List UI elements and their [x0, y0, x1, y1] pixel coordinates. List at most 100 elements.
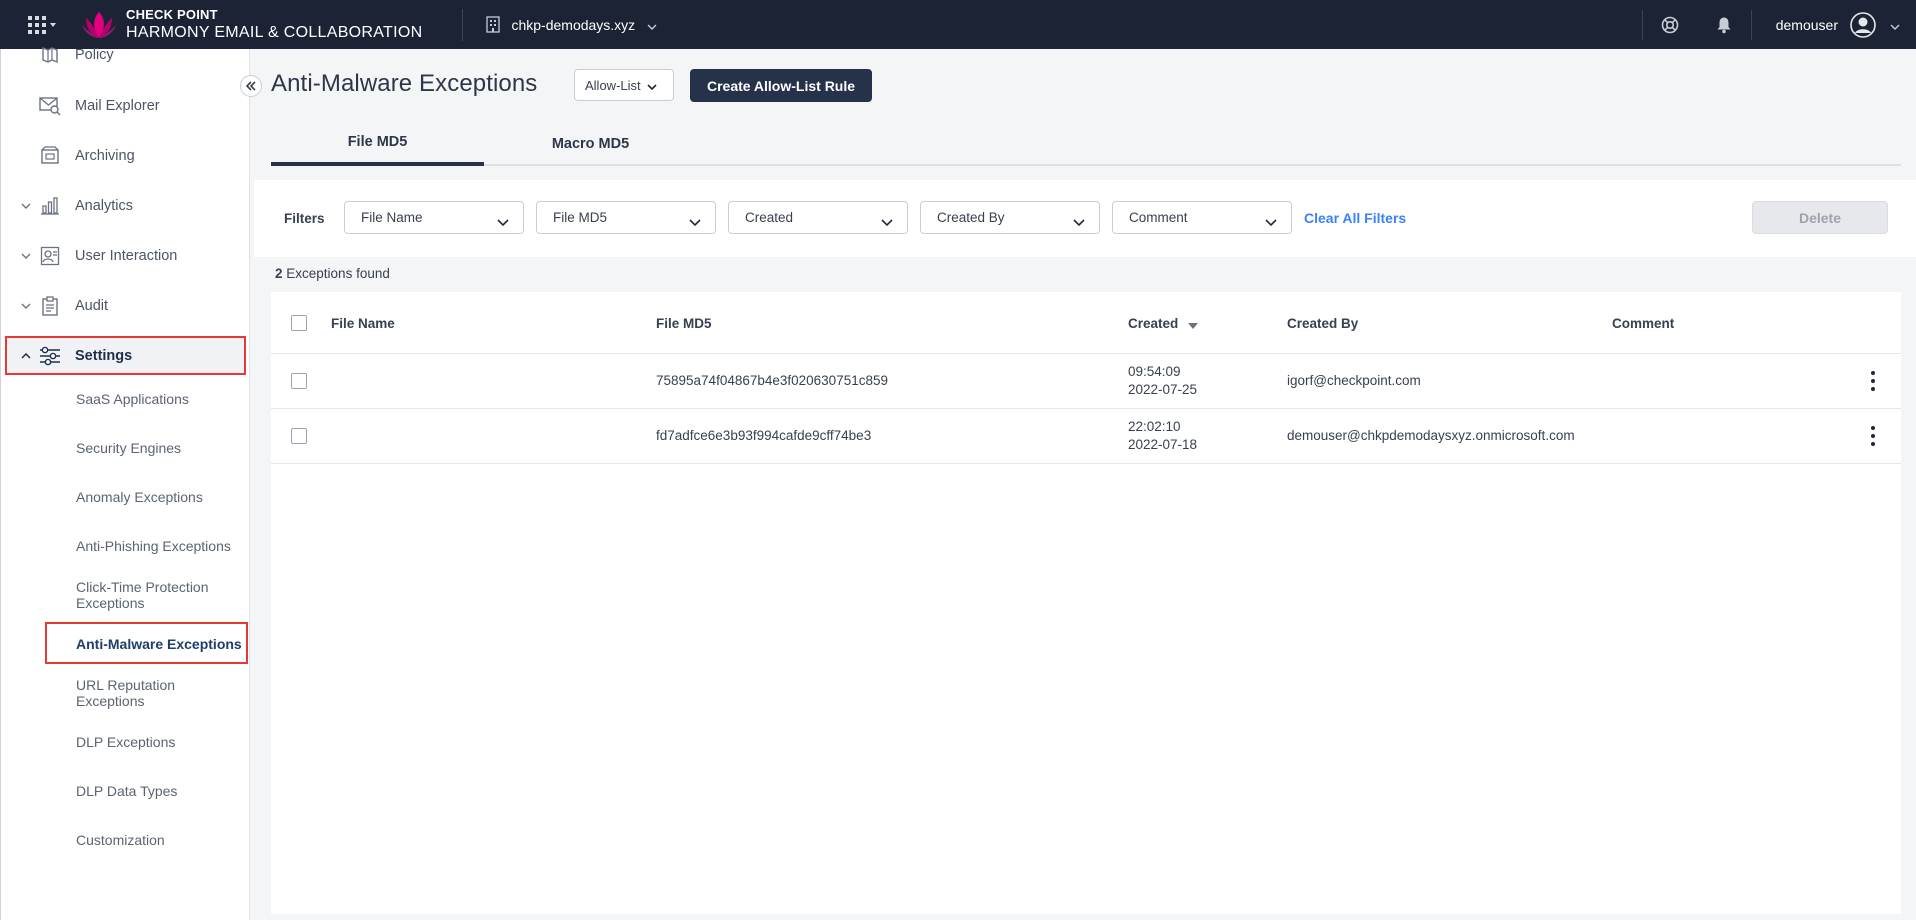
sidebar-subitem-anomaly-exceptions[interactable]: Anomaly Exceptions: [76, 489, 251, 505]
chevron-down-icon: [881, 214, 893, 229]
row-actions-kebab-icon[interactable]: [1869, 426, 1877, 446]
column-header-comment[interactable]: Comment: [1612, 316, 1674, 331]
filter-created-select[interactable]: Created: [728, 201, 908, 234]
top-bar: CHECK POINT HARMONY EMAIL & COLLABORATIO…: [0, 0, 1916, 49]
results-count-text: Exceptions found: [286, 266, 390, 281]
create-allow-list-rule-button[interactable]: Create Allow-List Rule: [690, 69, 872, 102]
sort-descending-icon: [1188, 317, 1199, 332]
row-checkbox[interactable]: [291, 428, 307, 444]
exceptions-table: File Name File MD5 Created Created By Co…: [271, 292, 1901, 914]
chevron-down-icon: [1265, 214, 1277, 229]
row-checkbox[interactable]: [291, 373, 307, 389]
list-type-value: Allow-List: [585, 77, 641, 93]
column-header-created-by[interactable]: Created By: [1287, 316, 1358, 331]
delete-button[interactable]: Delete: [1752, 201, 1888, 234]
filter-comment-select[interactable]: Comment: [1112, 201, 1292, 234]
chevron-down-icon: [1890, 17, 1900, 33]
sidebar-item-user-interaction[interactable]: User Interaction: [1, 236, 251, 276]
cell-created-time: 22:02:10: [1128, 419, 1181, 434]
table-row[interactable]: fd7adfce6e3b93f994cafde9cff74be3 22:02:1…: [271, 409, 1901, 464]
highlight-box: [5, 336, 246, 375]
cell-file-md5: 75895a74f04867b4e3f020630751c859: [656, 373, 888, 388]
sidebar-subitem-anti-phishing-exceptions[interactable]: Anti-Phishing Exceptions: [76, 538, 251, 554]
table-header: File Name File MD5 Created Created By Co…: [271, 292, 1901, 354]
sidebar-subitem-click-time-protection-exceptions[interactable]: Click-Time Protection Exceptions: [76, 579, 226, 611]
app-launcher-icon[interactable]: [28, 15, 58, 35]
sidebar-subitem-url-reputation-exceptions[interactable]: URL Reputation Exceptions: [76, 677, 206, 709]
sidebar-item-label: Archiving: [75, 148, 135, 164]
sidebar-item-label: Mail Explorer: [75, 98, 160, 114]
sidebar-subitem-saas-applications[interactable]: SaaS Applications: [76, 391, 251, 407]
sidebar-item-mail-explorer[interactable]: Mail Explorer: [1, 86, 251, 126]
collapse-sidebar-button[interactable]: [240, 75, 262, 97]
filters-label: Filters: [284, 211, 325, 226]
double-chevron-left-icon: [245, 81, 256, 91]
chevron-down-icon: [497, 214, 509, 229]
chevron-down-icon: [19, 203, 33, 209]
column-header-file-name[interactable]: File Name: [331, 316, 395, 331]
cell-created-date: 2022-07-25: [1128, 382, 1198, 397]
cell-created-time: 09:54:09: [1128, 364, 1181, 379]
analytics-icon: [39, 195, 61, 217]
filter-label: Created: [745, 210, 794, 225]
clear-all-filters-link[interactable]: Clear All Filters: [1304, 210, 1406, 226]
sidebar-item-analytics[interactable]: Analytics: [1, 186, 251, 226]
filter-label: File Name: [361, 210, 423, 225]
sidebar-item-policy[interactable]: Policy: [1, 35, 251, 75]
help-lifebuoy-icon[interactable]: [1643, 0, 1697, 49]
sidebar-subitem-dlp-exceptions[interactable]: DLP Exceptions: [76, 734, 251, 750]
sidebar-item-label: Analytics: [75, 198, 134, 214]
username: demouser: [1775, 16, 1838, 33]
cell-created: 22:02:10 2022-07-18: [1128, 418, 1197, 454]
sidebar-subitem-security-engines[interactable]: Security Engines: [76, 440, 251, 456]
chevron-down-icon: [19, 303, 33, 309]
user-menu[interactable]: demouser: [1752, 11, 1916, 38]
cell-created-date: 2022-07-18: [1128, 437, 1198, 452]
results-count: 2 Exceptions found: [275, 266, 390, 281]
sidebar-subitem-dlp-data-types[interactable]: DLP Data Types: [76, 783, 251, 799]
cell-created-by: igorf@checkpoint.com: [1287, 373, 1421, 388]
brand-company: CHECK POINT: [126, 6, 218, 22]
select-all-checkbox[interactable]: [291, 315, 307, 331]
filter-bar: Filters File Name File MD5 Created Creat…: [254, 180, 1916, 257]
chevron-down-icon: [689, 214, 701, 229]
divider: [462, 8, 464, 41]
sidebar-item-label: User Interaction: [75, 248, 178, 264]
row-actions-kebab-icon[interactable]: [1869, 371, 1877, 391]
sidebar-item-archiving[interactable]: Archiving: [1, 136, 251, 176]
column-header-label: Created: [1128, 316, 1179, 331]
cell-created-by: demouser@chkpdemodaysxyz.onmicrosoft.com: [1287, 428, 1575, 443]
avatar-icon: [1850, 11, 1876, 38]
policy-icon: [39, 44, 61, 66]
tab-macro-md5[interactable]: Macro MD5: [484, 121, 697, 166]
filter-file-md5-select[interactable]: File MD5: [536, 201, 716, 234]
page-title: Anti-Malware Exceptions: [271, 70, 538, 97]
filter-label: Comment: [1129, 210, 1188, 225]
archive-icon: [39, 145, 61, 167]
list-type-select[interactable]: Allow-List: [574, 69, 674, 101]
cell-created: 09:54:09 2022-07-25: [1128, 363, 1197, 399]
clipboard-icon: [39, 295, 61, 317]
tenant-name: chkp-demodays.xyz: [511, 16, 636, 33]
filter-label: Created By: [937, 210, 1005, 225]
building-icon: [485, 16, 501, 33]
chevron-down-icon: [19, 253, 33, 259]
filter-created-by-select[interactable]: Created By: [920, 201, 1100, 234]
highlight-box: [45, 622, 248, 664]
filter-file-name-select[interactable]: File Name: [344, 201, 524, 234]
sidebar: Policy Mail Explorer Archiving Analytics…: [0, 46, 251, 920]
tab-bar: File MD5 Macro MD5: [271, 121, 1901, 166]
table-row[interactable]: 75895a74f04867b4e3f020630751c859 09:54:0…: [271, 354, 1901, 409]
notifications-bell-icon[interactable]: [1697, 0, 1751, 49]
column-header-file-md5[interactable]: File MD5: [656, 316, 712, 331]
column-header-created[interactable]: Created: [1128, 316, 1199, 332]
tenant-selector[interactable]: chkp-demodays.xyz: [485, 16, 657, 33]
sidebar-item-audit[interactable]: Audit: [1, 286, 251, 326]
sidebar-subitem-customization[interactable]: Customization: [76, 832, 251, 848]
user-interaction-icon: [39, 245, 61, 267]
results-count-number: 2: [275, 266, 283, 281]
tab-file-md5[interactable]: File MD5: [271, 121, 484, 166]
filter-label: File MD5: [553, 210, 608, 225]
cell-file-md5: fd7adfce6e3b93f994cafde9cff74be3: [656, 428, 872, 443]
sidebar-item-label: Policy: [75, 47, 114, 63]
